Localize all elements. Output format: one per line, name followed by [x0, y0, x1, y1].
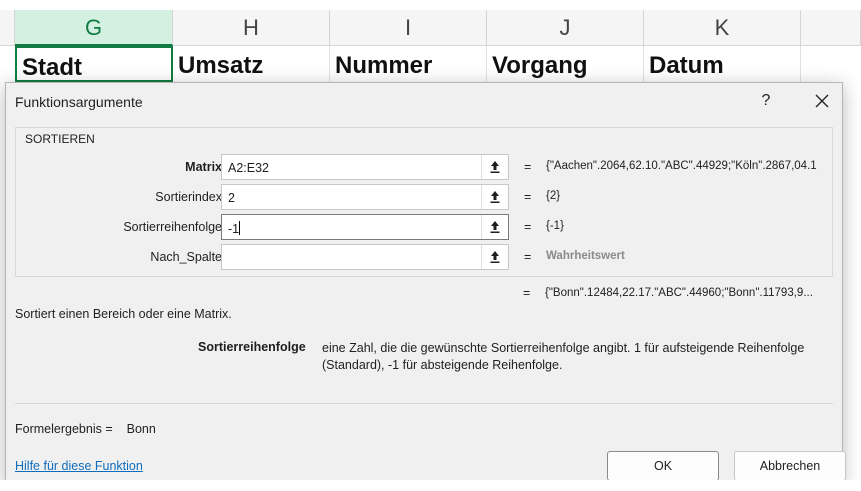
nach-spalte-input[interactable]	[221, 244, 509, 270]
header-row: Stadt Umsatz Nummer Vorgang Datum	[0, 46, 861, 82]
function-arguments-dialog: Funktionsargumente ? SORTIEREN Matrix A2…	[5, 82, 846, 485]
matrix-input[interactable]: A2:E32	[221, 154, 509, 180]
column-headers: G H I J K	[0, 10, 861, 46]
arguments-group: SORTIEREN Matrix A2:E32 = {"Aachen".2064…	[15, 127, 833, 277]
argument-result: {-1}	[546, 220, 564, 232]
column-header-k[interactable]: K	[644, 10, 801, 46]
argument-row-sortierindex: Sortierindex 2 = {2}	[16, 184, 834, 210]
help-button[interactable]: ?	[756, 91, 776, 111]
formula-result: Formelergebnis = Bonn	[15, 422, 156, 436]
sortierreihenfolge-input[interactable]: -1	[221, 214, 509, 240]
result-preview-value: {"Bonn".12484,22.17."ABC".44960;"Bonn".1…	[545, 287, 813, 299]
column-header-j[interactable]: J	[487, 10, 644, 46]
argument-result: {2}	[546, 190, 561, 202]
argument-row-nach-spalte: Nach_Spalte = Wahrheitswert	[16, 244, 834, 270]
arrow-up-icon	[490, 251, 500, 263]
range-select-button[interactable]	[481, 215, 508, 239]
cell-stadt[interactable]: Stadt	[15, 46, 173, 82]
dialog-titlebar[interactable]: Funktionsargumente ?	[6, 83, 842, 119]
argument-label: Sortierreihenfolge	[123, 220, 222, 234]
parameter-description: eine Zahl, die die gewünschte Sortierrei…	[322, 341, 805, 372]
cancel-button[interactable]: Abbrechen	[734, 451, 846, 481]
formula-result-label: Formelergebnis =	[15, 422, 113, 436]
range-select-button[interactable]	[481, 245, 508, 269]
argument-row-matrix: Matrix A2:E32 = {"Aachen".2064,62.10."AB…	[16, 154, 834, 180]
range-select-button[interactable]	[481, 185, 508, 209]
arrow-up-icon	[490, 191, 500, 203]
help-link[interactable]: Hilfe für diese Funktion	[15, 459, 143, 473]
arrow-up-icon	[490, 161, 500, 173]
range-select-button[interactable]	[481, 155, 508, 179]
argument-label: Nach_Spalte	[150, 250, 222, 264]
divider	[15, 403, 833, 404]
column-header-partial	[801, 10, 861, 46]
parameter-name: Sortierreihenfolge	[198, 340, 306, 354]
equals-sign: =	[524, 250, 532, 264]
cell-datum[interactable]: Datum	[644, 46, 801, 82]
ok-button[interactable]: OK	[607, 451, 719, 481]
argument-label: Matrix	[185, 160, 222, 174]
sortierindex-input[interactable]: 2	[221, 184, 509, 210]
close-icon	[815, 94, 829, 108]
cell-vorgang[interactable]: Vorgang	[487, 46, 644, 82]
equals-sign: =	[523, 286, 531, 300]
column-header-h[interactable]: H	[173, 10, 330, 46]
function-result-preview: = {"Bonn".12484,22.17."ABC".44960;"Bonn"…	[6, 286, 844, 302]
column-header-i[interactable]: I	[330, 10, 487, 46]
equals-sign: =	[524, 190, 532, 204]
argument-result: {"Aachen".2064,62.10."ABC".44929;"Köln".…	[546, 160, 817, 172]
arrow-up-icon	[490, 221, 500, 233]
equals-sign: =	[524, 220, 532, 234]
argument-row-sortierreihenfolge: Sortierreihenfolge -1 = {-1}	[16, 214, 834, 240]
text-caret	[239, 221, 241, 235]
column-header-g[interactable]: G	[15, 10, 173, 46]
equals-sign: =	[524, 160, 532, 174]
cell-nummer[interactable]: Nummer	[330, 46, 487, 82]
argument-type-hint: Wahrheitswert	[546, 250, 625, 262]
dialog-title: Funktionsargumente	[15, 94, 143, 110]
cell-umsatz[interactable]: Umsatz	[173, 46, 330, 82]
sheet-bottom-edge	[0, 480, 861, 491]
function-name: SORTIEREN	[25, 132, 95, 146]
function-description: Sortiert einen Bereich oder eine Matrix.	[15, 307, 232, 321]
formula-result-value: Bonn	[126, 422, 156, 436]
close-button[interactable]	[810, 89, 834, 113]
argument-label: Sortierindex	[155, 190, 222, 204]
column-header-partial	[0, 10, 15, 46]
